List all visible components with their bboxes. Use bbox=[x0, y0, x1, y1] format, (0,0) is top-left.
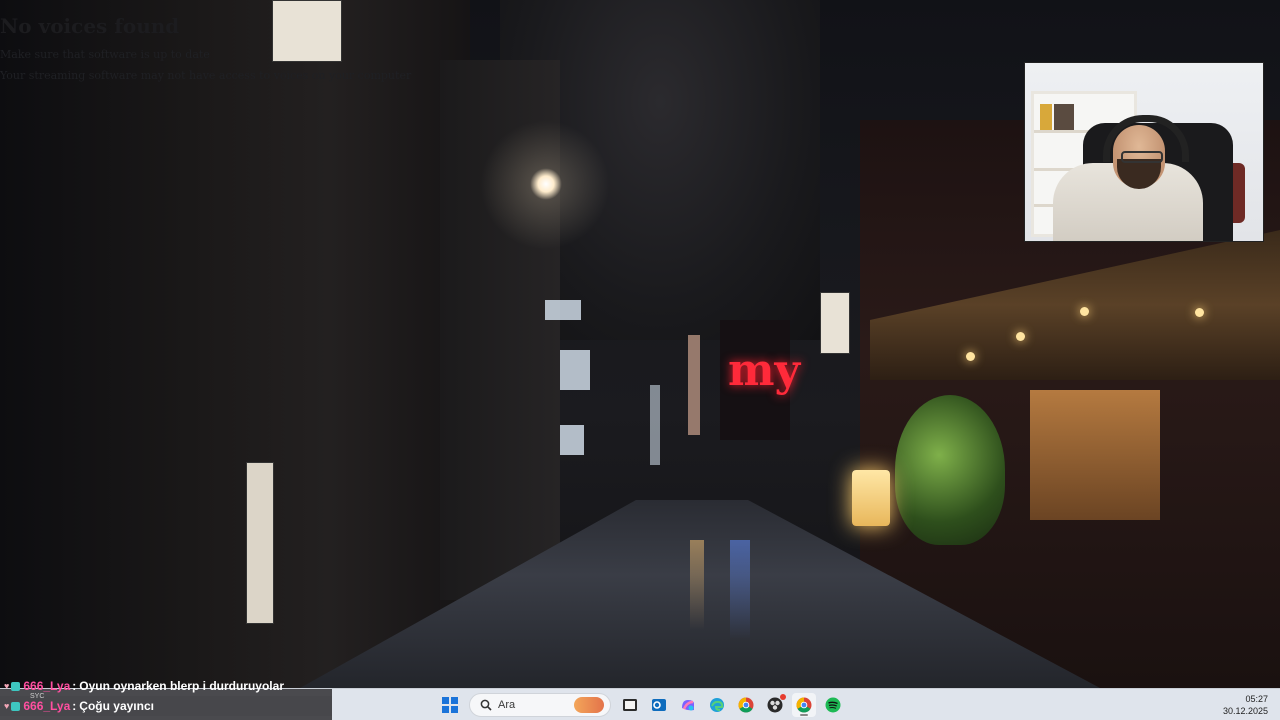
ceiling-light bbox=[966, 352, 975, 361]
chat-badges: ♥ bbox=[4, 700, 21, 711]
chat-message: ♥ 666_Lya : Çoğu yayıncı bbox=[0, 696, 332, 716]
recording-indicator-icon bbox=[780, 694, 786, 700]
chat-username: 666_Lya bbox=[23, 699, 71, 713]
webcam-feed bbox=[1024, 62, 1264, 242]
spotify-icon bbox=[825, 697, 841, 713]
chat-separator: : bbox=[72, 699, 77, 713]
taskbar-chrome[interactable] bbox=[734, 693, 758, 717]
ceiling-light bbox=[1016, 332, 1025, 341]
chat-text: Çoğu yayıncı bbox=[79, 699, 154, 713]
system-clock[interactable]: 05:27 30.12.2025 bbox=[1223, 693, 1268, 717]
subscriber-badge-icon bbox=[11, 701, 21, 711]
blue-reflection bbox=[730, 540, 750, 640]
neon-sign-art: my bbox=[728, 345, 801, 396]
outlook-icon bbox=[652, 699, 666, 711]
search-placeholder: Ara bbox=[498, 699, 516, 711]
lit-lantern-sign bbox=[852, 470, 890, 526]
lit-window bbox=[688, 335, 700, 435]
chat-separator: : bbox=[72, 679, 77, 693]
heart-badge-icon: ♥ bbox=[4, 700, 10, 711]
chat-small-note: SYC bbox=[30, 693, 45, 700]
taskbar-obs[interactable] bbox=[763, 693, 787, 717]
chat-username: 666_Lya bbox=[23, 679, 71, 693]
task-view-icon bbox=[623, 699, 637, 711]
vertical-sign bbox=[246, 462, 274, 624]
taskbar-spotify[interactable] bbox=[821, 693, 845, 717]
taskbar-edge[interactable] bbox=[705, 693, 729, 717]
taskbar-file-explorer[interactable] bbox=[618, 693, 642, 717]
windows-logo-icon bbox=[442, 697, 458, 713]
ceiling-light bbox=[1080, 307, 1089, 316]
lit-window bbox=[560, 350, 590, 390]
copilot-icon bbox=[682, 700, 694, 711]
chat-badges: ♥ bbox=[4, 680, 21, 691]
taskbar-copilot[interactable] bbox=[676, 693, 700, 717]
chat-text: Oyun oynarken blerp i durduruyolar bbox=[79, 679, 284, 693]
warm-reflection bbox=[690, 540, 704, 630]
chrome-icon bbox=[796, 697, 812, 713]
shop-front bbox=[1030, 390, 1160, 520]
start-button[interactable] bbox=[438, 693, 462, 717]
search-highlight-icon bbox=[574, 697, 604, 713]
overlay-line-1: Make sure that software is up to date bbox=[0, 48, 210, 61]
subscriber-badge-icon bbox=[11, 681, 21, 691]
chat-message: ♥ 666_Lya : Oyun oynarken blerp i durdur… bbox=[0, 676, 332, 696]
lit-window bbox=[560, 425, 584, 455]
taskbar-outlook[interactable] bbox=[647, 693, 671, 717]
lit-window bbox=[545, 300, 581, 320]
left-buildings bbox=[0, 0, 470, 688]
taskbar-apps: Ara bbox=[438, 693, 845, 717]
overlay-title: No voices found bbox=[0, 14, 180, 38]
active-indicator bbox=[800, 714, 808, 716]
clock-date: 30.12.2025 bbox=[1222, 706, 1268, 716]
search-icon bbox=[480, 699, 492, 711]
street-lamp bbox=[530, 168, 562, 200]
potted-tree bbox=[895, 395, 1005, 545]
taskbar-chrome-active[interactable] bbox=[792, 693, 816, 717]
lit-window bbox=[650, 385, 660, 465]
overlay-line-2: Your streaming software may not have acc… bbox=[0, 69, 412, 82]
chrome-icon bbox=[738, 697, 754, 713]
edge-icon bbox=[710, 698, 724, 712]
taskbar-search[interactable]: Ara bbox=[469, 693, 611, 717]
stream-chat-overlay: ♥ 666_Lya : Oyun oynarken blerp i durdur… bbox=[0, 676, 332, 716]
ceiling-light bbox=[1195, 308, 1204, 317]
tts-alert-overlay: No voices found Make sure that software … bbox=[0, 14, 411, 82]
heart-badge-icon: ♥ bbox=[4, 680, 10, 691]
clock-time: 05:27 bbox=[1245, 694, 1268, 704]
vertical-sign bbox=[820, 292, 850, 354]
